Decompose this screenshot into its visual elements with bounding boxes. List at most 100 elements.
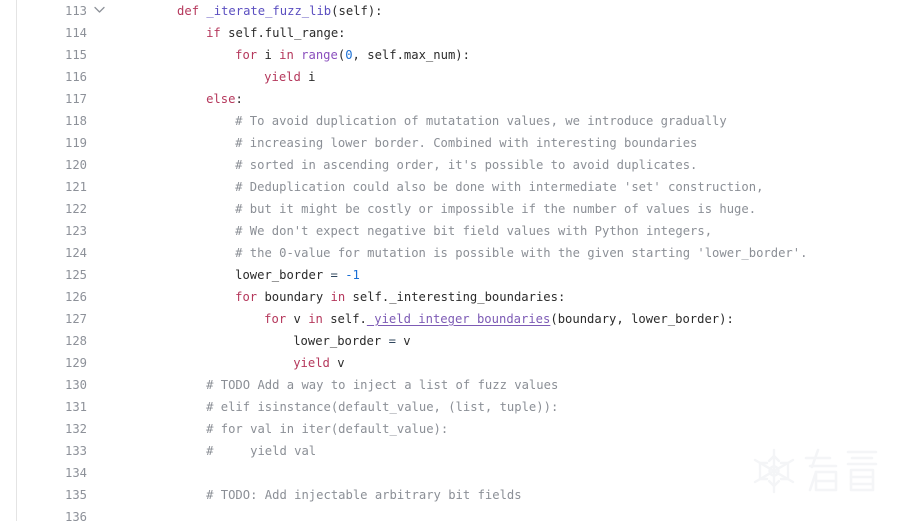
code-token: : xyxy=(338,26,346,40)
line-number: 123 xyxy=(64,224,87,238)
code-token: = xyxy=(330,268,338,282)
line-number: 128 xyxy=(64,334,87,348)
code-line-text[interactable]: yield v xyxy=(293,352,344,374)
code-line-text[interactable]: # TODO: Add injectable arbitrary bit fie… xyxy=(206,484,522,506)
code-line-text[interactable]: # the 0-value for mutation is possible w… xyxy=(235,242,807,264)
line-number: 126 xyxy=(64,290,87,304)
line-number: 131 xyxy=(64,400,87,414)
code-token: i xyxy=(257,48,280,62)
code-line[interactable]: 116 yield i xyxy=(17,66,910,88)
code-token: if xyxy=(206,26,221,40)
code-token: in xyxy=(330,290,346,304)
code-token: # yield val xyxy=(206,444,317,458)
code-line-text[interactable]: # sorted in ascending order, it's possib… xyxy=(235,154,697,176)
code-editor[interactable]: 113 def _iterate_fuzz_lib(self): 114 if sel… xyxy=(0,0,910,521)
code-token: : xyxy=(557,290,566,304)
code-line[interactable]: 131 # elif isinstance(default_value, (lis… xyxy=(17,396,910,418)
code-line[interactable]: 136 xyxy=(17,506,910,521)
chevron-down-icon[interactable] xyxy=(93,0,107,22)
code-line[interactable]: 124 # the 0-value for mutation is possibl… xyxy=(17,242,910,264)
line-number: 132 xyxy=(64,422,87,436)
code-token: # elif isinstance(default_value, (list, … xyxy=(206,400,559,414)
line-number: 116 xyxy=(64,70,87,84)
code-token: lower_border xyxy=(235,268,331,282)
code-line[interactable]: 129 yield v xyxy=(17,352,910,374)
code-token: for xyxy=(264,312,287,326)
code-token: , xyxy=(352,48,368,62)
line-number: 115 xyxy=(64,48,87,62)
code-token: yield xyxy=(293,356,330,370)
code-line-text[interactable]: # for val in iter(default_value): xyxy=(206,418,448,440)
code-line-text[interactable]: # yield val xyxy=(206,440,316,462)
code-token: in xyxy=(308,312,323,326)
code-token: i xyxy=(300,70,316,84)
code-line[interactable]: 113 def _iterate_fuzz_lib(self): xyxy=(17,0,910,22)
code-token: self._interesting_boundaries xyxy=(345,290,558,304)
editor-left-rail xyxy=(0,0,17,521)
code-line[interactable]: 122 # but it might be costly or impossibl… xyxy=(17,198,910,220)
code-line-text[interactable]: if self.full_range: xyxy=(206,22,345,44)
code-line-text[interactable]: for boundary in self._interesting_bounda… xyxy=(235,286,565,308)
code-token: for xyxy=(235,48,258,62)
code-line-text[interactable]: # To avoid duplication of mutatation val… xyxy=(235,110,727,132)
code-line-text[interactable]: lower_border = v xyxy=(293,330,410,352)
code-token: : xyxy=(235,92,243,106)
code-line-text[interactable]: yield i xyxy=(264,66,315,88)
code-line-text[interactable]: for i in range(0, self.max_num): xyxy=(235,44,470,66)
code-line[interactable]: 135 # TODO: Add injectable arbitrary bit … xyxy=(17,484,910,506)
line-number: 133 xyxy=(64,444,87,458)
code-token: v xyxy=(286,312,309,326)
code-line-text[interactable]: # but it might be costly or impossible i… xyxy=(235,198,756,220)
code-token: self.full_range xyxy=(220,26,339,40)
code-token: -1 xyxy=(345,268,360,282)
code-token: _iterate_fuzz_lib xyxy=(206,4,332,18)
code-line[interactable]: 134 xyxy=(17,462,910,484)
code-line[interactable]: 123 # We don't expect negative bit field … xyxy=(17,220,910,242)
code-line-text[interactable]: else: xyxy=(206,88,243,110)
line-number: 118 xyxy=(64,114,87,128)
code-line-text[interactable]: lower_border = -1 xyxy=(235,264,360,286)
code-line[interactable]: 119 # increasing lower border. Combined w… xyxy=(17,132,910,154)
code-token: self. xyxy=(322,312,367,326)
code-line[interactable]: 114 if self.full_range: xyxy=(17,22,910,44)
code-line[interactable]: 126 for boundary in self._interesting_bou… xyxy=(17,286,910,308)
code-line-text[interactable]: # increasing lower border. Combined with… xyxy=(235,132,697,154)
code-line[interactable]: 130 # TODO Add a way to inject a list of … xyxy=(17,374,910,396)
line-number: 136 xyxy=(64,510,87,521)
code-token: ( xyxy=(550,312,558,326)
code-line[interactable]: 128 lower_border = v xyxy=(17,330,910,352)
code-line[interactable]: 125 lower_border = -1 xyxy=(17,264,910,286)
code-line-text[interactable]: # We don't expect negative bit field val… xyxy=(235,220,712,242)
code-line-text[interactable]: # TODO Add a way to inject a list of fuz… xyxy=(206,374,558,396)
code-line-text[interactable]: # Deduplication could also be done with … xyxy=(235,176,763,198)
code-token: # sorted in ascending order, it's possib… xyxy=(235,158,698,172)
code-token: = xyxy=(388,334,396,348)
code-line[interactable]: 121 # Deduplication could also be done wi… xyxy=(17,176,910,198)
code-token: v xyxy=(395,334,411,348)
code-line[interactable]: 118 # To avoid duplication of mutatation … xyxy=(17,110,910,132)
code-line[interactable]: 127 for v in self._yield_integer_boundari… xyxy=(17,308,910,330)
code-token: # TODO Add a way to inject a list of fuz… xyxy=(206,378,559,392)
code-line[interactable]: 117 else: xyxy=(17,88,910,110)
code-token: def xyxy=(177,4,200,18)
code-line-text[interactable]: def _iterate_fuzz_lib(self): xyxy=(177,0,383,22)
line-number: 127 xyxy=(64,312,87,326)
code-token: # for val in iter(default_value): xyxy=(206,422,449,436)
line-number: 125 xyxy=(64,268,87,282)
line-number: 119 xyxy=(64,136,87,150)
code-token: yield xyxy=(264,70,301,84)
code-line[interactable]: 133 # yield val xyxy=(17,440,910,462)
code-line-text[interactable]: for v in self._yield_integer_boundaries(… xyxy=(264,308,734,330)
code-token: # Deduplication could also be done with … xyxy=(235,180,764,194)
code-line[interactable]: 115 for i in range(0, self.max_num): xyxy=(17,44,910,66)
line-number: 134 xyxy=(64,466,87,480)
code-token: # We don't expect negative bit field val… xyxy=(235,224,713,238)
code-token: ): xyxy=(367,4,383,18)
code-line[interactable]: 120 # sorted in ascending order, it's pos… xyxy=(17,154,910,176)
code-token: # TODO: Add injectable arbitrary bit fie… xyxy=(206,488,522,502)
code-lines-container[interactable]: 113 def _iterate_fuzz_lib(self): 114 if sel… xyxy=(17,0,910,521)
code-token: # the 0-value for mutation is possible w… xyxy=(235,246,808,260)
code-token: in xyxy=(279,48,294,62)
code-line-text[interactable]: # elif isinstance(default_value, (list, … xyxy=(206,396,558,418)
code-line[interactable]: 132 # for val in iter(default_value): xyxy=(17,418,910,440)
